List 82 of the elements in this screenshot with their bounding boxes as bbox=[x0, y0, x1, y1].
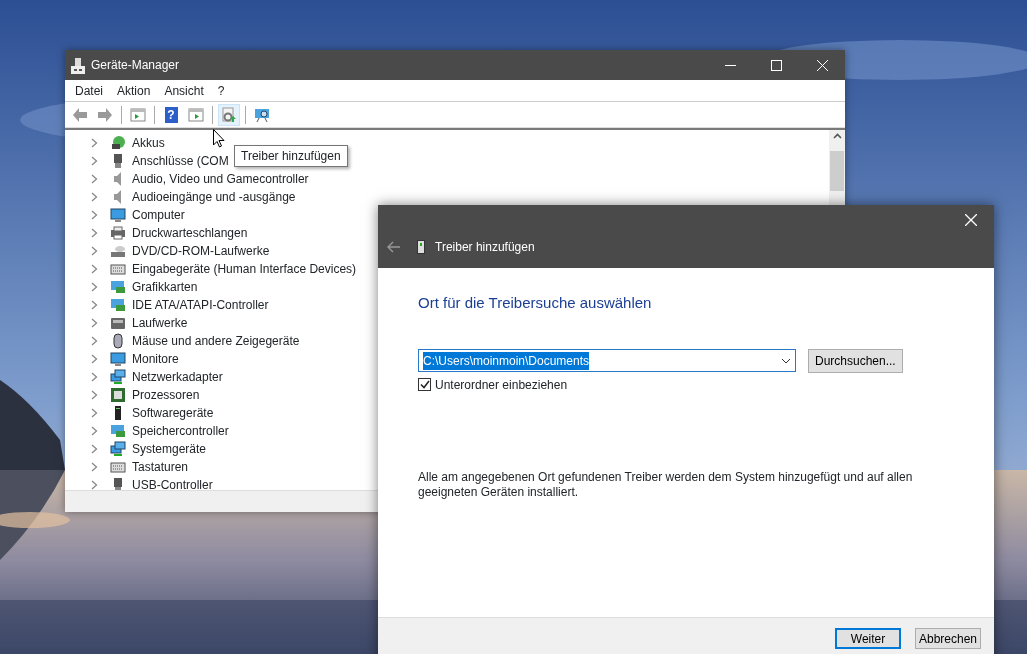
chevron-icon[interactable] bbox=[91, 336, 98, 346]
expansion-card-icon bbox=[110, 279, 126, 295]
tree-item-label[interactable]: Anschlüsse (COM bbox=[132, 152, 229, 170]
chevron-icon[interactable] bbox=[91, 228, 98, 238]
tree-item-label[interactable]: USB-Controller bbox=[132, 476, 213, 490]
dialog-button[interactable]: Weiter bbox=[835, 628, 901, 649]
chevron-icon[interactable] bbox=[91, 480, 98, 490]
toolbar-button[interactable]: ? bbox=[160, 103, 182, 126]
scroll-up-icon[interactable] bbox=[832, 133, 842, 139]
tree-item-label[interactable]: Prozessoren bbox=[132, 386, 200, 404]
tree-item-label[interactable]: Laufwerke bbox=[132, 314, 188, 332]
chevron-icon[interactable] bbox=[91, 174, 98, 184]
network-icon bbox=[110, 369, 126, 385]
chevron-icon[interactable] bbox=[91, 372, 98, 382]
tree-item-label[interactable]: Akkus bbox=[132, 134, 165, 152]
chevron-icon[interactable] bbox=[91, 444, 98, 454]
dialog-title: Treiber hinzufügen bbox=[435, 239, 535, 256]
minimize-icon[interactable] bbox=[724, 64, 736, 66]
close-icon[interactable] bbox=[816, 59, 828, 71]
chevron-icon[interactable] bbox=[91, 156, 98, 166]
chevron-icon[interactable] bbox=[91, 426, 98, 436]
network-icon bbox=[110, 441, 126, 457]
tooltip: Treiber hinzufügen bbox=[234, 145, 348, 167]
tree-item-label[interactable]: Monitore bbox=[132, 350, 179, 368]
printer-icon bbox=[110, 225, 126, 241]
device-icon bbox=[417, 240, 425, 254]
chevron-icon[interactable] bbox=[91, 246, 98, 256]
chevron-icon[interactable] bbox=[91, 462, 98, 472]
drive-icon bbox=[110, 315, 126, 331]
heading: Ort für die Treibersuche auswählen bbox=[418, 293, 653, 313]
tree-item-label[interactable]: Druckwarteschlangen bbox=[132, 224, 248, 242]
keyboard-icon bbox=[110, 261, 126, 277]
menu-item[interactable]: Aktion bbox=[117, 81, 151, 100]
checkbox[interactable] bbox=[418, 378, 431, 391]
chevron-icon[interactable] bbox=[91, 138, 98, 148]
chevron-icon[interactable] bbox=[91, 390, 98, 400]
expansion-card-icon bbox=[110, 423, 126, 439]
menu-item[interactable]: Ansicht bbox=[164, 81, 204, 100]
chevron-icon[interactable] bbox=[91, 282, 98, 292]
tree-item-label[interactable]: Computer bbox=[132, 206, 185, 224]
tree-item-label[interactable]: Eingabegeräte (Human Interface Devices) bbox=[132, 260, 357, 278]
toolbar-button[interactable] bbox=[218, 103, 240, 126]
app-icon bbox=[71, 56, 85, 74]
chevron-icon[interactable] bbox=[91, 354, 98, 364]
battery-icon bbox=[110, 135, 126, 151]
tree-item-label[interactable]: Mäuse und andere Zeigegeräte bbox=[132, 332, 300, 350]
tree-item-label[interactable]: Audioeingänge und -ausgänge bbox=[132, 188, 296, 206]
maximize-icon[interactable] bbox=[770, 59, 782, 71]
processor-icon bbox=[110, 387, 126, 403]
close-icon[interactable] bbox=[965, 214, 977, 226]
monitor-icon bbox=[110, 351, 126, 367]
tree-item-label[interactable]: Speichercontroller bbox=[132, 422, 229, 440]
window-title: Geräte-Manager bbox=[91, 57, 180, 74]
menu-item[interactable]: ? bbox=[217, 81, 225, 100]
disc-drive-icon bbox=[110, 243, 126, 259]
tree-item-label[interactable]: Tastaturen bbox=[132, 458, 189, 476]
chevron-icon[interactable] bbox=[91, 300, 98, 310]
cursor-icon bbox=[213, 129, 225, 148]
mouse-icon bbox=[110, 333, 126, 349]
tree-item-label[interactable]: DVD/CD-ROM-Laufwerke bbox=[132, 242, 270, 260]
info-text: Alle am angegebenen Ort gefundenen Treiber werden dem System hinzugefügt und auf allen geeigneten Geräten installiert. bbox=[418, 469, 914, 500]
expansion-card-icon bbox=[110, 297, 126, 313]
tree-item-label[interactable]: Netzwerkadapter bbox=[132, 368, 223, 386]
menu-item[interactable]: Datei bbox=[75, 81, 103, 100]
monitor-icon bbox=[110, 207, 126, 223]
chevron-icon[interactable] bbox=[91, 192, 98, 202]
browse-button[interactable]: Durchsuchen... bbox=[808, 348, 903, 373]
tree-item-label[interactable]: Softwaregeräte bbox=[132, 404, 214, 422]
tree-item-label[interactable]: Grafikkarten bbox=[132, 278, 198, 296]
path-combobox[interactable]: C:\Users\moinmoin\Documents bbox=[418, 349, 796, 372]
dialog-button[interactable]: Abbrechen bbox=[915, 628, 981, 649]
chevron-icon[interactable] bbox=[91, 318, 98, 328]
chevron-icon[interactable] bbox=[91, 210, 98, 220]
back-arrow-icon[interactable] bbox=[387, 241, 401, 253]
tree-item-label[interactable]: Audio, Video und Gamecontroller bbox=[132, 170, 309, 188]
tree-item-label[interactable]: Systemgeräte bbox=[132, 440, 207, 458]
dropdown-caret-icon[interactable] bbox=[781, 357, 791, 364]
checkbox-label[interactable]: Unterordner einbeziehen bbox=[435, 375, 568, 394]
tree-item-label[interactable]: IDE ATA/ATAPI-Controller bbox=[132, 296, 269, 314]
chevron-icon[interactable] bbox=[91, 264, 98, 274]
chevron-icon[interactable] bbox=[91, 408, 98, 418]
keyboard-icon bbox=[110, 459, 126, 475]
